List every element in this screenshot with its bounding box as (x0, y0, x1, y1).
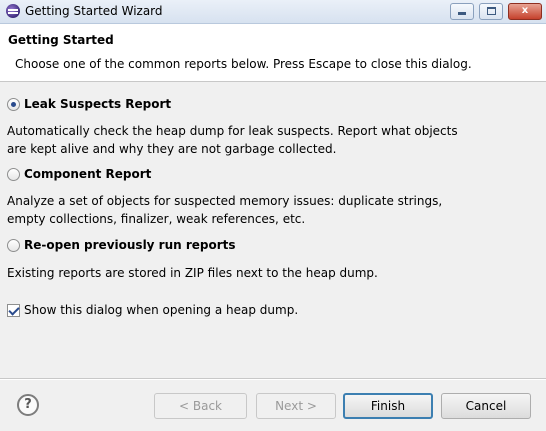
minimize-icon (458, 12, 466, 15)
option-leak-suspects-description: Automatically check the heap dump for le… (7, 122, 527, 158)
show-dialog-option[interactable]: Show this dialog when opening a heap dum… (7, 303, 298, 317)
radio-leak-suspects[interactable] (7, 97, 20, 111)
description-line: are kept alive and why they are not garb… (7, 142, 337, 156)
option-reopen-reports-description: Existing reports are stored in ZIP files… (7, 264, 527, 282)
radio-component-report[interactable] (7, 167, 20, 181)
footer-separator (0, 378, 546, 380)
title-bar: Getting Started Wizard x (0, 0, 546, 24)
option-leak-suspects[interactable]: Leak Suspects Report (7, 97, 171, 111)
help-icon: ? (24, 397, 32, 412)
option-reopen-reports-label[interactable]: Re-open previously run reports (24, 238, 236, 252)
eclipse-app-icon (6, 4, 20, 18)
option-component-report-description: Analyze a set of objects for suspected m… (7, 192, 527, 228)
description-line: Analyze a set of objects for suspected m… (7, 194, 443, 208)
option-reopen-reports[interactable]: Re-open previously run reports (7, 238, 236, 252)
cancel-button[interactable]: Cancel (441, 393, 531, 419)
maximize-button[interactable] (479, 3, 503, 20)
finish-button[interactable]: Finish (343, 393, 433, 419)
page-title: Getting Started (8, 33, 114, 47)
wizard-content: Leak Suspects Report Automatically check… (0, 83, 546, 371)
window-title: Getting Started Wizard (25, 4, 163, 18)
radio-reopen-reports[interactable] (7, 238, 20, 252)
page-description: Choose one of the common reports below. … (15, 57, 472, 71)
back-button[interactable]: < Back (154, 393, 247, 419)
option-component-report[interactable]: Component Report (7, 167, 151, 181)
description-line: empty collections, finalizer, weak refer… (7, 212, 306, 226)
maximize-icon (486, 7, 496, 15)
show-dialog-checkbox[interactable] (7, 303, 20, 317)
description-line: Automatically check the heap dump for le… (7, 124, 458, 138)
show-dialog-label[interactable]: Show this dialog when opening a heap dum… (24, 303, 298, 317)
close-button[interactable]: x (508, 3, 542, 20)
next-button[interactable]: Next > (256, 393, 336, 419)
option-component-report-label[interactable]: Component Report (24, 167, 151, 181)
close-icon: x (521, 5, 529, 16)
wizard-header: Getting Started Choose one of the common… (0, 24, 546, 82)
help-button[interactable]: ? (17, 394, 39, 416)
option-leak-suspects-label[interactable]: Leak Suspects Report (24, 97, 171, 111)
minimize-button[interactable] (450, 3, 474, 20)
description-line: Existing reports are stored in ZIP files… (7, 266, 378, 280)
